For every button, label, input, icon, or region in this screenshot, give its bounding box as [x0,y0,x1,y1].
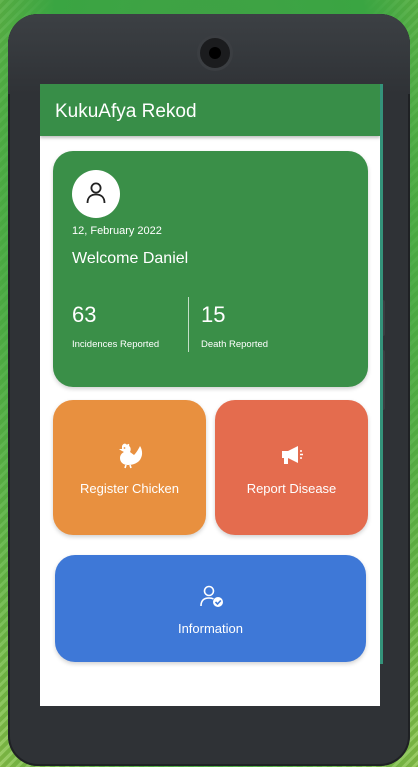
user-icon [86,182,106,204]
register-chicken-button[interactable]: Register Chicken [53,400,206,535]
information-button[interactable]: Information [55,555,366,662]
summary-card: 12, February 2022 Welcome Daniel 63 Inci… [53,151,368,387]
register-chicken-label: Register Chicken [80,481,179,496]
report-disease-button[interactable]: Report Disease [215,400,368,535]
app-bar: KukuAfya Rekod [40,84,380,136]
app-title: KukuAfya Rekod [55,101,197,122]
megaphone-icon [282,446,303,464]
camera-icon [200,38,230,68]
app-screen: KukuAfya Rekod 12, February 2022 Welcome… [40,84,380,706]
avatar[interactable] [72,170,120,218]
incidences-label: Incidences Reported [72,339,160,350]
welcome-text: Welcome Daniel [72,250,189,267]
deaths-label: Death Reported [201,339,269,350]
screen-edge [380,84,383,664]
chicken-icon [119,443,143,469]
information-label: Information [177,621,244,636]
report-disease-label: Report Disease [246,481,337,496]
incidences-count: 63 [72,302,97,327]
user-check-icon [200,585,223,607]
deaths-count: 15 [201,302,226,327]
stat-divider [188,297,189,352]
date-text: 12, February 2022 [72,225,162,237]
